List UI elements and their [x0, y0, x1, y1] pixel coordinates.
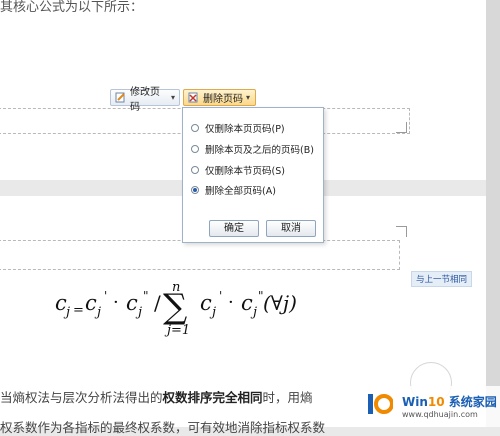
- modify-page-number-button[interactable]: 修改页码 ▾: [110, 87, 180, 113]
- chevron-down-icon: ▾: [170, 93, 175, 102]
- option-delete-this-and-after[interactable]: 删除本页及之后的页码(B): [191, 142, 314, 156]
- delete-page-number-button[interactable]: 删除页码 ▾: [183, 89, 256, 106]
- margin-corner: [396, 226, 407, 237]
- ok-button[interactable]: 确定: [209, 220, 259, 237]
- radio-button-selected[interactable]: [191, 186, 199, 194]
- option-delete-section[interactable]: 仅删除本节页码(S): [191, 163, 285, 177]
- paragraph-line: 当熵权法与层次分析法得出的权数排序完全相同时，用熵: [0, 387, 313, 406]
- text-run: 时，用熵: [262, 390, 313, 405]
- radio-button[interactable]: [191, 145, 199, 153]
- delete-label: 删除页码: [203, 94, 243, 105]
- text-run: 系统家园: [444, 395, 497, 409]
- text-run: 10: [427, 395, 445, 409]
- bold-text-run: 权数排序完全相同: [162, 390, 263, 405]
- text-run: 当熵权法与层次分析法得出的: [0, 390, 163, 405]
- watermark-title: Win10 系统家园: [402, 393, 497, 410]
- window-edge: [486, 0, 500, 427]
- option-label: 仅删除本页页码(P): [205, 124, 285, 135]
- radio-button[interactable]: [191, 166, 199, 174]
- text-run: Win: [402, 395, 428, 409]
- modify-label: 修改页码: [130, 86, 160, 113]
- option-label: 删除全部页码(A): [205, 186, 276, 197]
- header-area[interactable]: [0, 240, 400, 270]
- watermark-url: www.qdhuajin.com: [402, 410, 478, 419]
- margin-corner: [396, 122, 407, 133]
- option-delete-this-page[interactable]: 仅删除本页页码(P): [191, 121, 285, 135]
- edit-icon: [115, 92, 126, 103]
- site-watermark: Win10 系统家园 www.qdhuajin.com: [362, 386, 500, 427]
- delete-icon: [188, 92, 199, 103]
- page-text: 其核心公式为以下所示：: [0, 0, 144, 15]
- same-as-previous-link[interactable]: 与上一节相同: [411, 271, 473, 287]
- option-delete-all[interactable]: 删除全部页码(A): [191, 183, 276, 197]
- option-label: 删除本页及之后的页码(B): [205, 145, 314, 156]
- cancel-button[interactable]: 取消: [266, 220, 316, 237]
- radio-button[interactable]: [191, 124, 199, 132]
- chevron-down-icon: ▾: [246, 93, 251, 102]
- option-label: 仅删除本节页码(S): [205, 166, 285, 177]
- windows-logo-icon: [367, 391, 394, 417]
